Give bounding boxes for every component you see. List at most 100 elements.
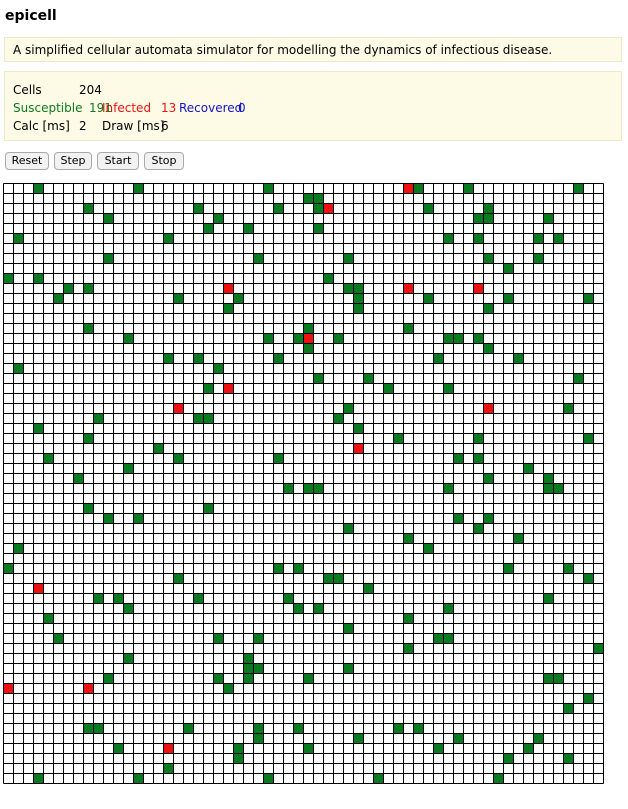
susceptible-cell[interactable] — [583, 693, 594, 704]
susceptible-cell[interactable] — [223, 303, 234, 314]
susceptible-cell[interactable] — [263, 773, 274, 784]
susceptible-cell[interactable] — [63, 283, 74, 294]
susceptible-cell[interactable] — [103, 513, 114, 524]
susceptible-cell[interactable] — [273, 563, 284, 574]
susceptible-cell[interactable] — [293, 333, 304, 344]
susceptible-cell[interactable] — [443, 233, 454, 244]
susceptible-cell[interactable] — [523, 463, 534, 474]
susceptible-cell[interactable] — [443, 333, 454, 344]
susceptible-cell[interactable] — [203, 503, 214, 514]
susceptible-cell[interactable] — [443, 383, 454, 394]
stop-button[interactable]: Stop — [144, 152, 184, 170]
susceptible-cell[interactable] — [103, 673, 114, 684]
susceptible-cell[interactable] — [253, 633, 264, 644]
susceptible-cell[interactable] — [43, 453, 54, 464]
susceptible-cell[interactable] — [243, 223, 254, 234]
susceptible-cell[interactable] — [83, 433, 94, 444]
susceptible-cell[interactable] — [103, 253, 114, 264]
susceptible-cell[interactable] — [573, 373, 584, 384]
susceptible-cell[interactable] — [443, 483, 454, 494]
susceptible-cell[interactable] — [193, 203, 204, 214]
susceptible-cell[interactable] — [243, 673, 254, 684]
susceptible-cell[interactable] — [583, 433, 594, 444]
susceptible-cell[interactable] — [263, 333, 274, 344]
infected-cell[interactable] — [483, 403, 494, 414]
susceptible-cell[interactable] — [53, 633, 64, 644]
susceptible-cell[interactable] — [43, 613, 54, 624]
susceptible-cell[interactable] — [133, 773, 144, 784]
susceptible-cell[interactable] — [243, 663, 254, 674]
susceptible-cell[interactable] — [273, 353, 284, 364]
susceptible-cell[interactable] — [433, 633, 444, 644]
susceptible-cell[interactable] — [343, 663, 354, 674]
susceptible-cell[interactable] — [433, 353, 444, 364]
susceptible-cell[interactable] — [33, 773, 44, 784]
susceptible-cell[interactable] — [173, 453, 184, 464]
susceptible-cell[interactable] — [3, 273, 14, 284]
susceptible-cell[interactable] — [563, 703, 574, 714]
susceptible-cell[interactable] — [123, 463, 134, 474]
susceptible-cell[interactable] — [3, 563, 14, 574]
susceptible-cell[interactable] — [523, 743, 534, 754]
susceptible-cell[interactable] — [353, 303, 364, 314]
susceptible-cell[interactable] — [113, 593, 124, 604]
susceptible-cell[interactable] — [313, 603, 324, 614]
susceptible-cell[interactable] — [343, 523, 354, 534]
infected-cell[interactable] — [403, 283, 414, 294]
infected-cell[interactable] — [3, 683, 14, 694]
susceptible-cell[interactable] — [403, 533, 414, 544]
susceptible-cell[interactable] — [453, 733, 464, 744]
susceptible-cell[interactable] — [33, 273, 44, 284]
susceptible-cell[interactable] — [33, 183, 44, 194]
susceptible-cell[interactable] — [223, 683, 234, 694]
susceptible-cell[interactable] — [353, 423, 364, 434]
susceptible-cell[interactable] — [473, 433, 484, 444]
susceptible-cell[interactable] — [473, 453, 484, 464]
susceptible-cell[interactable] — [483, 213, 494, 224]
susceptible-cell[interactable] — [173, 573, 184, 584]
susceptible-cell[interactable] — [473, 523, 484, 534]
susceptible-cell[interactable] — [133, 513, 144, 524]
susceptible-cell[interactable] — [53, 293, 64, 304]
susceptible-cell[interactable] — [553, 483, 564, 494]
susceptible-cell[interactable] — [213, 213, 224, 224]
susceptible-cell[interactable] — [243, 653, 254, 664]
susceptible-cell[interactable] — [503, 293, 514, 304]
susceptible-cell[interactable] — [553, 673, 564, 684]
susceptible-cell[interactable] — [153, 443, 164, 454]
susceptible-cell[interactable] — [193, 593, 204, 604]
infected-cell[interactable] — [173, 403, 184, 414]
susceptible-cell[interactable] — [103, 213, 114, 224]
susceptible-cell[interactable] — [273, 453, 284, 464]
susceptible-cell[interactable] — [533, 733, 544, 744]
susceptible-cell[interactable] — [583, 293, 594, 304]
susceptible-cell[interactable] — [363, 373, 374, 384]
susceptible-cell[interactable] — [253, 253, 264, 264]
susceptible-cell[interactable] — [313, 373, 324, 384]
susceptible-cell[interactable] — [233, 753, 244, 764]
susceptible-cell[interactable] — [83, 723, 94, 734]
susceptible-cell[interactable] — [403, 323, 414, 334]
infected-cell[interactable] — [223, 283, 234, 294]
susceptible-cell[interactable] — [543, 213, 554, 224]
susceptible-cell[interactable] — [293, 603, 304, 614]
susceptible-cell[interactable] — [253, 733, 264, 744]
susceptible-cell[interactable] — [423, 293, 434, 304]
susceptible-cell[interactable] — [473, 233, 484, 244]
susceptible-cell[interactable] — [253, 663, 264, 674]
susceptible-cell[interactable] — [483, 253, 494, 264]
susceptible-cell[interactable] — [543, 593, 554, 604]
susceptible-cell[interactable] — [453, 453, 464, 464]
susceptible-cell[interactable] — [453, 333, 464, 344]
infected-cell[interactable] — [303, 333, 314, 344]
susceptible-cell[interactable] — [513, 533, 524, 544]
susceptible-cell[interactable] — [433, 743, 444, 754]
susceptible-cell[interactable] — [313, 223, 324, 234]
susceptible-cell[interactable] — [593, 643, 604, 654]
susceptible-cell[interactable] — [483, 303, 494, 314]
susceptible-cell[interactable] — [293, 563, 304, 574]
susceptible-cell[interactable] — [173, 293, 184, 304]
susceptible-cell[interactable] — [403, 643, 414, 654]
susceptible-cell[interactable] — [203, 383, 214, 394]
susceptible-cell[interactable] — [313, 483, 324, 494]
